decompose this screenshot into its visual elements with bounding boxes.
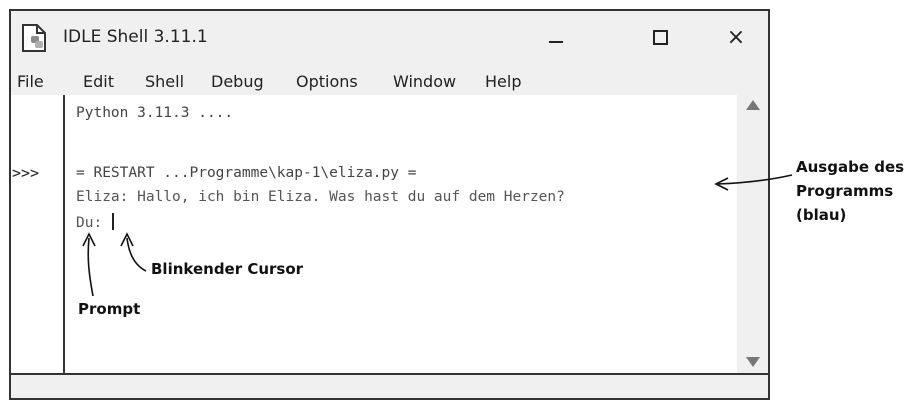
annotation-output-line1: Ausgabe des xyxy=(796,158,905,176)
annotation-arrows xyxy=(82,174,793,297)
annotation-cursor: Blinkender Cursor xyxy=(151,260,304,278)
annotation-output: Ausgabe des Programms (blau) xyxy=(796,155,904,227)
annotation-output-line3: (blau) xyxy=(796,206,847,224)
annotation-output-line2: Programms xyxy=(796,182,894,200)
annotation-prompt: Prompt xyxy=(78,300,141,318)
